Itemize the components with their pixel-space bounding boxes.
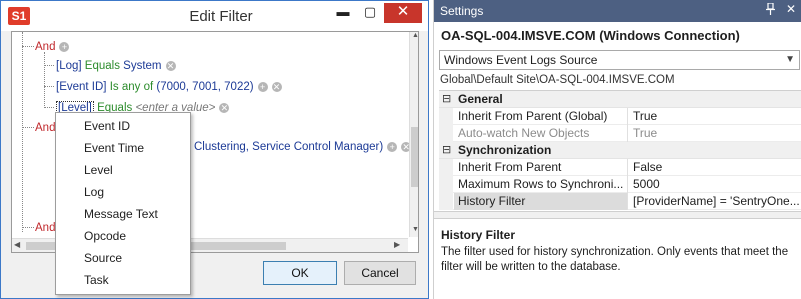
- collapse-icon[interactable]: ⊟: [442, 91, 452, 108]
- vertical-scroll-thumb[interactable]: [411, 127, 418, 187]
- property-value[interactable]: 5000: [629, 176, 801, 193]
- scroll-right-arrow-icon[interactable]: ▶: [394, 240, 400, 249]
- and-operator-label[interactable]: And: [35, 222, 55, 234]
- close-button[interactable]: ✕: [384, 3, 422, 23]
- menu-item-level[interactable]: Level: [56, 159, 190, 181]
- settings-heading: OA-SQL-004.IMSVE.COM (Windows Connection…: [441, 28, 740, 43]
- property-row[interactable]: Inherit From Parent False: [439, 159, 801, 176]
- property-name: Inherit From Parent: [454, 159, 628, 176]
- description-title: History Filter: [441, 228, 516, 242]
- add-value-icon[interactable]: +: [257, 81, 268, 92]
- object-path: Global\Default Site\OA-SQL-004.IMSVE.COM: [440, 74, 675, 86]
- property-value[interactable]: False: [629, 159, 801, 176]
- tree-connector: [22, 46, 34, 47]
- tree-connector: [22, 227, 34, 228]
- property-row: Auto-watch New Objects True: [439, 125, 801, 142]
- vertical-scrollbar[interactable]: ▲ ▼: [409, 32, 418, 237]
- property-name: History Filter: [454, 193, 628, 210]
- ok-button[interactable]: OK: [263, 261, 337, 285]
- category-synchronization[interactable]: ⊟ Synchronization: [439, 142, 801, 159]
- condition-operator[interactable]: Is any of: [110, 81, 153, 93]
- row-gutter: [439, 176, 453, 193]
- add-value-icon[interactable]: +: [387, 141, 398, 152]
- window-title: Edit Filter: [189, 8, 253, 25]
- remove-condition-icon[interactable]: ✕: [271, 81, 282, 92]
- and-group-2[interactable]: And: [35, 121, 55, 135]
- condition-value[interactable]: System: [123, 60, 161, 72]
- category-label: General: [458, 92, 503, 106]
- settings-close-icon[interactable]: ✕: [786, 2, 796, 16]
- maximize-button[interactable]: ▢: [357, 3, 383, 23]
- property-value[interactable]: True: [629, 108, 801, 125]
- chevron-down-icon[interactable]: ▼: [785, 51, 795, 69]
- tree-connector: [44, 107, 54, 108]
- scroll-left-arrow-icon[interactable]: ◀: [14, 240, 20, 249]
- add-condition-icon[interactable]: +: [59, 41, 70, 52]
- collapse-icon[interactable]: ⊟: [442, 142, 452, 159]
- property-row-selected[interactable]: History Filter [ProviderName] = 'SentryO…: [439, 193, 801, 210]
- pin-icon[interactable]: [766, 2, 775, 18]
- source-select-value: Windows Event Logs Source: [444, 53, 598, 67]
- condition-field[interactable]: [Event ID]: [56, 81, 107, 93]
- description-text: The filter used for history synchronizat…: [441, 246, 789, 273]
- menu-item-event-id[interactable]: Event ID: [56, 115, 190, 137]
- row-gutter: [439, 125, 453, 142]
- description-splitter[interactable]: [434, 211, 801, 219]
- sentryone-app-icon: S1: [8, 7, 30, 25]
- menu-item-log[interactable]: Log: [56, 181, 190, 203]
- property-name: Auto-watch New Objects: [454, 125, 628, 142]
- condition-value[interactable]: (7000, 7001, 7022): [156, 81, 253, 93]
- settings-title-bar: Settings ✕: [434, 0, 801, 22]
- property-row[interactable]: Maximum Rows to Synchroni... 5000: [439, 176, 801, 193]
- condition-source[interactable]: Clustering, Service Control Manager) + ✕: [194, 140, 412, 154]
- tree-connector: [44, 65, 54, 66]
- pin-icon-glyph: [766, 2, 775, 15]
- menu-item-opcode[interactable]: Opcode: [56, 225, 190, 247]
- scroll-up-arrow-icon[interactable]: ▲: [410, 32, 418, 43]
- property-grid: ⊟ General Inherit From Parent (Global) T…: [439, 90, 801, 211]
- condition-operator[interactable]: Equals: [85, 60, 120, 72]
- tree-connector: [44, 86, 54, 87]
- and-group-3[interactable]: And: [35, 221, 55, 235]
- title-bar: S1 Edit Filter ▬ ▢ ✕: [1, 1, 428, 31]
- scroll-down-arrow-icon[interactable]: ▼: [410, 226, 418, 237]
- menu-item-message-text[interactable]: Message Text: [56, 203, 190, 225]
- and-operator-label[interactable]: And: [35, 122, 55, 134]
- property-name: Maximum Rows to Synchroni...: [454, 176, 628, 193]
- row-gutter: [439, 159, 453, 176]
- remove-condition-icon[interactable]: ✕: [219, 102, 230, 113]
- source-select[interactable]: Windows Event Logs Source ▼: [439, 50, 800, 70]
- tree-connector: [22, 32, 23, 232]
- condition-value[interactable]: Clustering, Service Control Manager): [194, 141, 383, 153]
- condition-event-id[interactable]: [Event ID] Is any of (7000, 7001, 7022) +…: [56, 80, 282, 94]
- settings-panel: Settings ✕ OA-SQL-004.IMSVE.COM (Windows…: [433, 0, 801, 299]
- row-gutter: [439, 108, 453, 125]
- category-label: Synchronization: [458, 143, 552, 157]
- tree-connector: [22, 127, 34, 128]
- minimize-button[interactable]: ▬: [330, 3, 356, 23]
- and-operator-label[interactable]: And: [35, 41, 55, 53]
- tree-connector: [44, 52, 45, 108]
- property-name: Inherit From Parent (Global): [454, 108, 628, 125]
- category-general[interactable]: ⊟ General: [439, 91, 801, 108]
- menu-item-task[interactable]: Task: [56, 269, 190, 291]
- property-row[interactable]: Inherit From Parent (Global) True: [439, 108, 801, 125]
- condition-field[interactable]: [Log]: [56, 60, 82, 72]
- and-group-1[interactable]: And +: [35, 40, 70, 54]
- condition-log[interactable]: [Log] Equals System ✕: [56, 59, 176, 73]
- menu-item-event-time[interactable]: Event Time: [56, 137, 190, 159]
- cancel-button[interactable]: Cancel: [344, 261, 416, 285]
- property-value: True: [633, 126, 658, 140]
- field-context-menu: Event ID Event Time Level Log Message Te…: [55, 112, 191, 295]
- remove-condition-icon[interactable]: ✕: [165, 60, 176, 71]
- menu-item-source[interactable]: Source: [56, 247, 190, 269]
- row-gutter: [439, 193, 453, 210]
- settings-title: Settings: [440, 4, 484, 18]
- property-value[interactable]: [ProviderName] = 'SentryOne...: [629, 193, 801, 210]
